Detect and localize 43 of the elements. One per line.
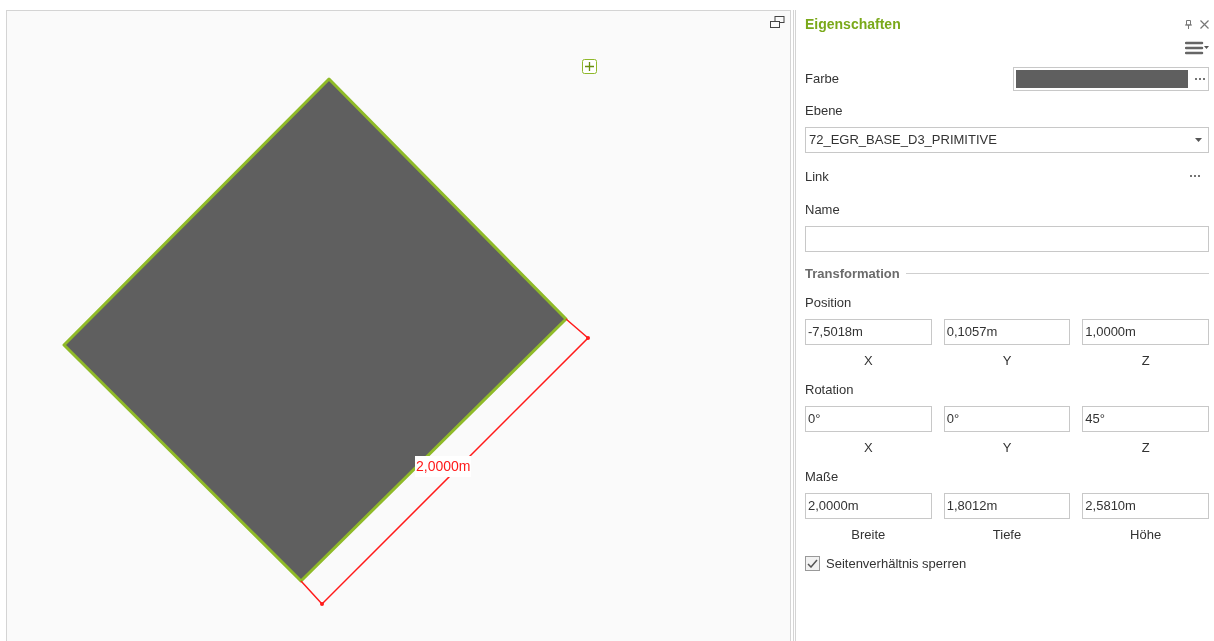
field-caption: Z (1141, 351, 1150, 370)
field-label: Position (805, 294, 853, 312)
value-field[interactable]: 0,1057m (943, 318, 1071, 345)
more-icon[interactable] (1194, 77, 1206, 81)
value-field[interactable]: 45° (1082, 405, 1209, 432)
value-field[interactable]: 2,0000m (805, 492, 932, 519)
section-heading: Transformation (805, 264, 900, 283)
name-field[interactable] (805, 225, 1209, 252)
field-caption: Höhe (1130, 525, 1162, 544)
field-caption: X (864, 351, 873, 370)
field-label: Maße (805, 468, 840, 486)
field-label: Link (805, 167, 829, 186)
value-field[interactable]: 0° (943, 405, 1071, 432)
panel-title: Eigenschaften (805, 15, 901, 34)
field-label: Ebene (805, 102, 844, 120)
checkbox[interactable] (805, 556, 820, 572)
value-field[interactable]: 0° (805, 405, 932, 432)
value-field[interactable]: 2,5810m (1082, 492, 1209, 519)
field-caption: Tiefe (992, 525, 1022, 544)
restore-window-icon[interactable] (770, 16, 785, 29)
field-caption: Y (1002, 351, 1012, 370)
field-label: Farbe (805, 70, 839, 89)
close-icon[interactable] (1200, 20, 1209, 29)
field-caption: Z (1141, 438, 1150, 457)
field-caption: Y (1002, 438, 1012, 457)
check-icon (807, 559, 818, 569)
add-icon[interactable] (582, 59, 597, 74)
pin-icon[interactable] (1185, 20, 1192, 29)
field-caption: Breite (851, 525, 886, 544)
color-field[interactable] (1013, 67, 1209, 91)
field-label: Rotation (805, 381, 855, 399)
dimension-label: 2,0000m (415, 456, 472, 477)
menu-icon[interactable] (1185, 41, 1209, 55)
value-field[interactable]: 1,8012m (943, 492, 1071, 519)
value-field[interactable]: -7,5018m (805, 318, 932, 345)
field-label: Name (805, 201, 841, 219)
field-caption: X (864, 438, 873, 457)
more-icon[interactable] (1189, 174, 1201, 179)
checkbox-label: Seitenverhältnis sperren (826, 555, 967, 573)
layer-dropdown[interactable]: 72_EGR_BASE_D3_PRIMITIVE (805, 126, 1209, 153)
value-field[interactable]: 1,0000m (1082, 318, 1209, 345)
viewport-canvas[interactable]: 2,0000m (6, 10, 791, 641)
caret-icon (1195, 137, 1202, 142)
